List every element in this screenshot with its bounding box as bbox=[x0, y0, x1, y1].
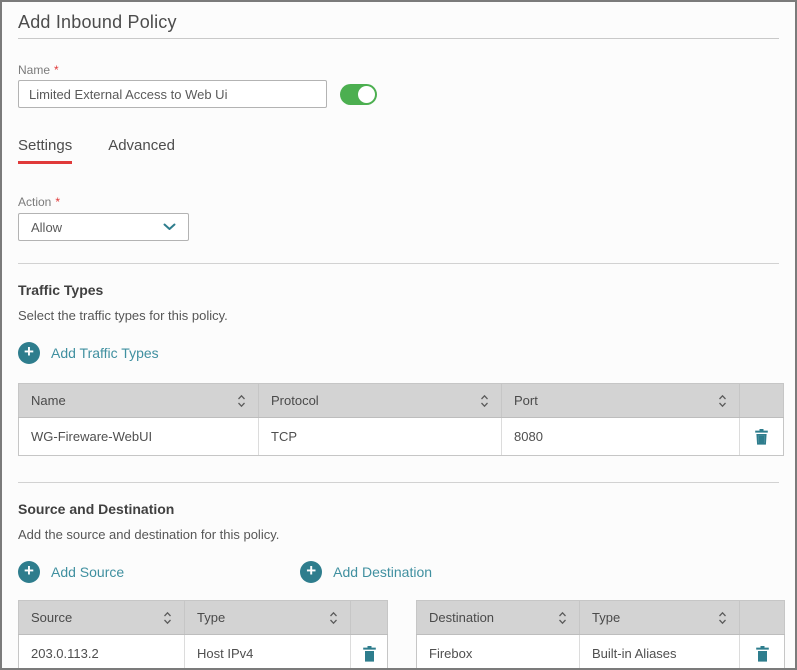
table-header-row: Name Protocol Port bbox=[19, 384, 784, 418]
add-traffic-types-label: Add Traffic Types bbox=[51, 345, 159, 361]
add-destination-label: Add Destination bbox=[333, 564, 432, 580]
tab-settings[interactable]: Settings bbox=[18, 137, 72, 164]
name-label-text: Name bbox=[18, 63, 50, 77]
delete-traffic-type-button[interactable] bbox=[749, 424, 774, 450]
sort-icon bbox=[237, 394, 246, 408]
column-header-source[interactable]: Source bbox=[19, 601, 185, 635]
required-asterisk: * bbox=[54, 63, 59, 77]
column-header-label: Source bbox=[31, 610, 72, 625]
add-inbound-policy-panel: Add Inbound Policy Name * Settings Advanc… bbox=[0, 0, 797, 670]
table-header-row: Destination Type bbox=[417, 601, 785, 635]
delete-destination-button[interactable] bbox=[750, 641, 775, 667]
required-asterisk: * bbox=[55, 195, 60, 209]
tab-bar: Settings Advanced bbox=[18, 137, 779, 164]
chevron-down-icon bbox=[163, 223, 176, 231]
sort-icon bbox=[163, 611, 172, 625]
add-destination-button[interactable]: + Add Destination bbox=[300, 561, 432, 583]
column-header-label: Port bbox=[514, 393, 538, 408]
name-input[interactable] bbox=[18, 80, 327, 108]
traffic-types-section: Traffic Types Select the traffic types f… bbox=[18, 282, 779, 456]
table-row: Firebox Built-in Aliases bbox=[417, 635, 785, 670]
column-header-label: Protocol bbox=[271, 393, 319, 408]
column-header-type[interactable]: Type bbox=[185, 601, 351, 635]
sort-icon bbox=[329, 611, 338, 625]
action-label-text: Action bbox=[18, 195, 51, 209]
destination-table: Destination Type Firebox Built-in Aliase… bbox=[416, 600, 785, 670]
column-header-label: Type bbox=[592, 610, 620, 625]
column-header-label: Destination bbox=[429, 610, 494, 625]
policy-enabled-toggle[interactable] bbox=[340, 84, 377, 105]
traffic-types-heading: Traffic Types bbox=[18, 282, 779, 298]
table-row: 203.0.113.2 Host IPv4 bbox=[19, 635, 388, 670]
table-row: WG-Fireware-WebUI TCP 8080 bbox=[19, 418, 784, 456]
column-header-actions bbox=[351, 601, 388, 635]
source-destination-heading: Source and Destination bbox=[18, 501, 779, 517]
add-traffic-types-button[interactable]: + Add Traffic Types bbox=[18, 342, 159, 364]
column-header-protocol[interactable]: Protocol bbox=[259, 384, 502, 418]
table-header-row: Source Type bbox=[19, 601, 388, 635]
cell-name: WG-Fireware-WebUI bbox=[19, 418, 259, 456]
tab-advanced[interactable]: Advanced bbox=[108, 137, 175, 164]
action-selected-value: Allow bbox=[31, 220, 62, 235]
column-header-actions bbox=[740, 601, 785, 635]
sort-icon bbox=[718, 611, 727, 625]
name-label: Name * bbox=[18, 63, 779, 77]
add-source-label: Add Source bbox=[51, 564, 124, 580]
sort-icon bbox=[558, 611, 567, 625]
column-header-type[interactable]: Type bbox=[580, 601, 740, 635]
trash-icon bbox=[753, 428, 770, 446]
page-title: Add Inbound Policy bbox=[18, 12, 779, 33]
action-select[interactable]: Allow bbox=[18, 213, 189, 241]
sort-icon bbox=[480, 394, 489, 408]
sort-icon bbox=[718, 394, 727, 408]
traffic-types-table: Name Protocol Port WG-Fireware-WebUI TCP… bbox=[18, 383, 784, 456]
action-label: Action * bbox=[18, 195, 779, 209]
cell-protocol: TCP bbox=[259, 418, 502, 456]
source-destination-description: Add the source and destination for this … bbox=[18, 527, 779, 542]
plus-icon: + bbox=[18, 561, 40, 583]
column-header-label: Type bbox=[197, 610, 225, 625]
delete-source-button[interactable] bbox=[357, 641, 382, 667]
section-divider bbox=[18, 263, 779, 264]
source-destination-section: Source and Destination Add the source an… bbox=[18, 501, 779, 670]
plus-icon: + bbox=[18, 342, 40, 364]
column-header-label: Name bbox=[31, 393, 66, 408]
section-divider bbox=[18, 482, 779, 483]
cell-port: 8080 bbox=[502, 418, 740, 456]
column-header-destination[interactable]: Destination bbox=[417, 601, 580, 635]
cell-type: Built-in Aliases bbox=[580, 635, 740, 670]
traffic-types-description: Select the traffic types for this policy… bbox=[18, 308, 779, 323]
column-header-name[interactable]: Name bbox=[19, 384, 259, 418]
source-table: Source Type 203.0.113.2 Host IPv4 bbox=[18, 600, 388, 670]
column-header-port[interactable]: Port bbox=[502, 384, 740, 418]
trash-icon bbox=[754, 645, 771, 663]
cell-source: 203.0.113.2 bbox=[19, 635, 185, 670]
add-source-button[interactable]: + Add Source bbox=[18, 561, 124, 583]
name-field-block: Name * bbox=[18, 63, 779, 108]
cell-destination: Firebox bbox=[417, 635, 580, 670]
title-divider bbox=[18, 38, 779, 39]
column-header-actions bbox=[740, 384, 784, 418]
action-field-block: Action * Allow bbox=[18, 195, 779, 241]
trash-icon bbox=[361, 645, 378, 663]
cell-type: Host IPv4 bbox=[185, 635, 351, 670]
toggle-knob bbox=[358, 86, 375, 103]
plus-icon: + bbox=[300, 561, 322, 583]
